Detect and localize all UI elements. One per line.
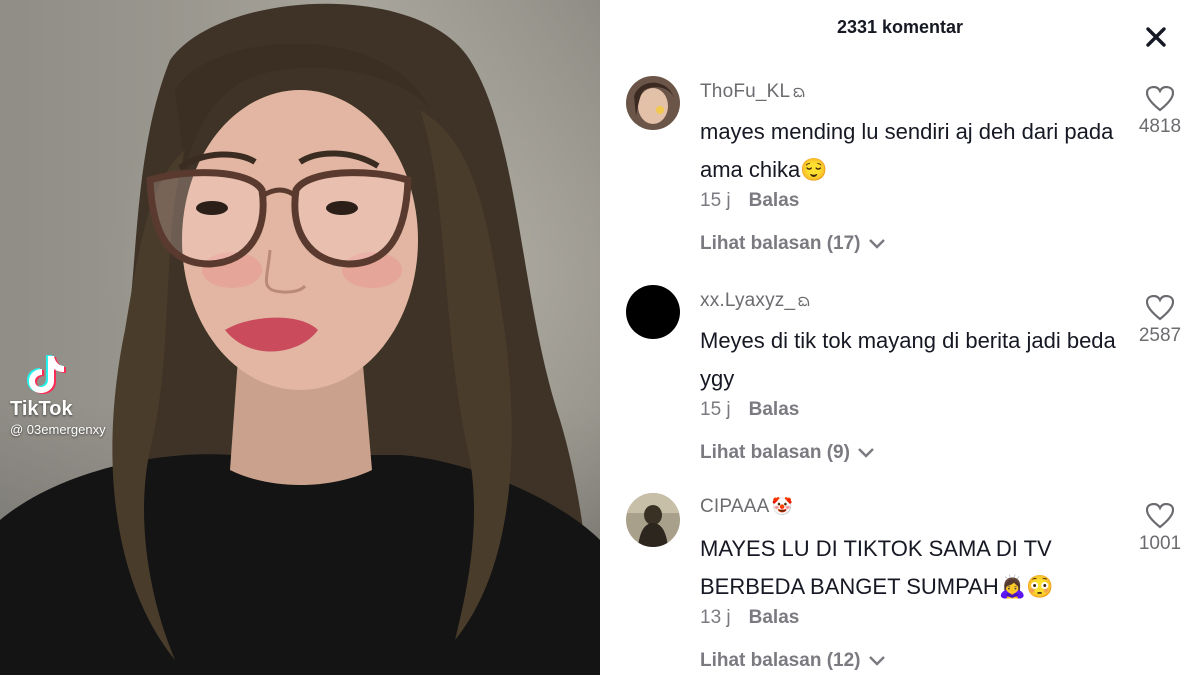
heart-icon xyxy=(1146,295,1174,321)
comment-item: ThoFu_KL ᨳ mayes mending lu sendiri aj de… xyxy=(600,76,1200,276)
tiktok-logo-icon xyxy=(27,355,66,394)
avatar[interactable] xyxy=(626,76,680,130)
comment-username[interactable]: xx.Lyaxyz_ ᨳ xyxy=(700,288,811,315)
view-replies-button[interactable]: Lihat balasan (17) xyxy=(700,233,886,255)
like-button[interactable]: 1001 xyxy=(1130,503,1190,555)
like-button[interactable]: 2587 xyxy=(1130,295,1190,347)
comment-username[interactable]: ThoFu_KL ᨳ xyxy=(700,79,806,106)
heart-icon xyxy=(1146,503,1174,529)
reply-button[interactable]: Balas xyxy=(749,399,800,420)
comments-panel: 2331 komentar ThoFu_KL ᨳ mayes mending lu… xyxy=(600,0,1200,675)
comment-meta: 15 j Balas xyxy=(700,399,799,421)
comments-header: 2331 komentar xyxy=(600,0,1200,56)
view-replies-label: Lihat balasan (12) xyxy=(700,650,861,671)
close-button[interactable] xyxy=(1140,21,1172,53)
comment-meta: 15 j Balas xyxy=(700,190,799,212)
tiktok-brand-text: TikTok xyxy=(10,398,73,420)
creator-handle: @ 03emergenxy xyxy=(10,422,106,437)
comment-username[interactable]: CIPAAA 🤡 xyxy=(700,496,793,518)
comment-time: 13 j xyxy=(700,607,731,628)
comment-time: 15 j xyxy=(700,399,731,420)
heart-icon xyxy=(1146,86,1174,112)
username-suffix: 🤡 xyxy=(771,497,793,516)
avatar-image xyxy=(626,285,680,339)
comment-meta: 13 j Balas xyxy=(700,607,799,629)
comment-count-title: 2331 komentar xyxy=(836,17,964,37)
view-replies-label: Lihat balasan (9) xyxy=(700,442,850,463)
view-replies-button[interactable]: Lihat balasan (12) xyxy=(700,650,886,672)
comment-text: MAYES LU DI TIKTOK SAMA DI TV BERBEDA BA… xyxy=(700,536,1054,599)
close-icon xyxy=(1146,27,1166,47)
view-replies-button[interactable]: Lihat balasan (9) xyxy=(700,442,875,464)
like-button[interactable]: 4818 xyxy=(1130,86,1190,138)
comment-item: CIPAAA 🤡 MAYES LU DI TIKTOK SAMA DI TV BE… xyxy=(600,493,1200,675)
comment-text: Meyes di tik tok mayang di berita jadi b… xyxy=(700,328,1116,391)
username-text: CIPAAA xyxy=(700,496,770,517)
comment-time: 15 j xyxy=(700,190,731,211)
tiktok-watermark: TikTok @ 03emergenxy xyxy=(10,352,120,437)
comment-text: mayes mending lu sendiri aj deh dari pad… xyxy=(700,119,1114,182)
comment-item: xx.Lyaxyz_ ᨳ Meyes di tik tok mayang di b… xyxy=(600,285,1200,485)
username-suffix: ᨳ xyxy=(792,82,806,101)
avatar[interactable] xyxy=(626,493,680,547)
avatar-image xyxy=(626,76,680,130)
username-text: xx.Lyaxyz_ xyxy=(700,290,796,311)
like-count: 2587 xyxy=(1138,325,1182,346)
like-count: 4818 xyxy=(1138,116,1182,137)
avatar-image xyxy=(626,493,680,547)
chevron-down-icon xyxy=(858,448,875,458)
view-replies-label: Lihat balasan (17) xyxy=(700,233,861,254)
video-player[interactable]: TikTok @ 03emergenxy xyxy=(0,0,600,675)
reply-button[interactable]: Balas xyxy=(749,607,800,628)
chevron-down-icon xyxy=(868,656,885,666)
username-text: ThoFu_KL xyxy=(700,81,791,102)
avatar[interactable] xyxy=(626,285,680,339)
video-frame-person xyxy=(0,3,600,675)
like-count: 1001 xyxy=(1138,533,1182,554)
username-suffix: ᨳ xyxy=(797,291,811,310)
reply-button[interactable]: Balas xyxy=(749,190,800,211)
chevron-down-icon xyxy=(868,239,885,249)
